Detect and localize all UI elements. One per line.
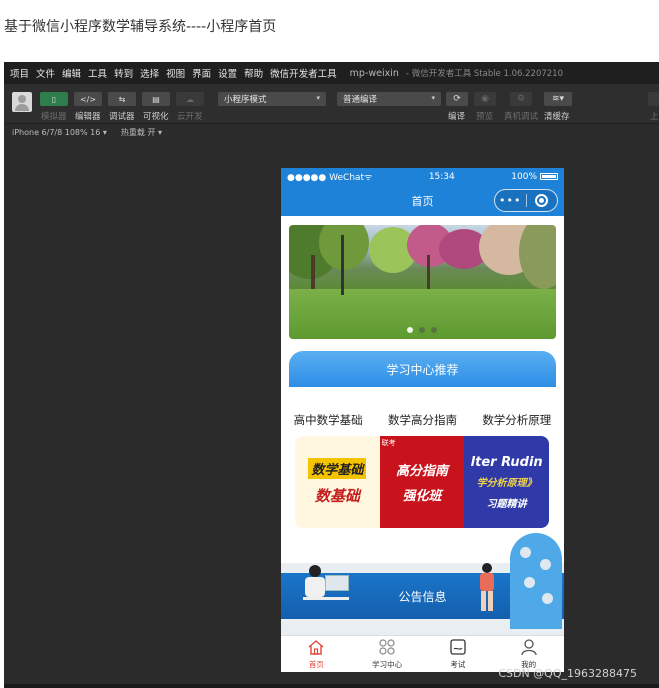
phone-icon: ▯ xyxy=(51,94,57,104)
caret-down-icon: ▾ xyxy=(316,94,320,102)
section-title: 学习中心推荐 xyxy=(289,351,556,387)
upload-label: 上 xyxy=(650,112,659,122)
layers-icon: ≋▾ xyxy=(551,94,565,104)
course-card[interactable]: 联考 高分指南 强化班 xyxy=(379,436,465,528)
eye-icon: ◉ xyxy=(481,94,489,104)
cloud-button[interactable]: ☁ xyxy=(176,92,204,106)
battery-icon xyxy=(540,172,558,180)
exam-icon xyxy=(448,637,468,657)
mode-select-value: 小程序模式 xyxy=(224,95,267,105)
layout-icon: ▤ xyxy=(152,94,160,104)
caret-down-icon: ▾ xyxy=(431,94,435,102)
debugger-label: 调试器 xyxy=(109,112,135,122)
app-version: - 微信开发者工具 Stable 1.06.2207210 xyxy=(405,69,564,79)
more-icon[interactable]: ••• xyxy=(495,194,526,207)
phone-simulator: ●●●●● WeChatᯤ 15:34 100% 首页 ••• 学习中心推荐 高… xyxy=(281,168,564,672)
course-cards: 数学基础 数基础 联考 高分指南 强化班 lter Rudin 学分析原理》 习… xyxy=(295,436,550,528)
home-icon xyxy=(306,637,326,657)
course-titles: 高中数学基础 数学高分指南 数学分析原理 xyxy=(281,412,564,428)
page-title: 基于微信小程序数学辅导系统----小程序首页 xyxy=(4,19,277,35)
remote-debug-label: 真机调试 xyxy=(504,112,539,122)
course-title[interactable]: 数学高分指南 xyxy=(388,412,457,428)
simulator-label: 模拟器 xyxy=(41,112,67,122)
visual-button[interactable]: ▤ xyxy=(142,92,170,106)
menu-goto[interactable]: 转到 xyxy=(114,66,133,80)
menu-settings[interactable]: 设置 xyxy=(218,66,237,80)
course-card[interactable]: 数学基础 数基础 xyxy=(295,436,380,528)
menu-tools[interactable]: 工具 xyxy=(88,66,107,80)
preview-label: 预览 xyxy=(476,112,494,122)
tab-study-center[interactable]: 学习中心 xyxy=(352,636,423,672)
menu-file[interactable]: 文件 xyxy=(36,66,55,80)
notice-section: 公告信息 xyxy=(281,533,564,635)
compile-label: 编译 xyxy=(448,112,466,122)
course-title[interactable]: 数学分析原理 xyxy=(482,412,551,428)
nav-title: 首页 xyxy=(411,194,434,208)
debug-icon: ⇆ xyxy=(118,94,126,104)
simulator-subbar: iPhone 6/7/8 108% 16 ▾ 热重载 开 ▾ xyxy=(4,124,659,140)
code-icon: </> xyxy=(79,94,97,104)
simulator-button[interactable]: ▯ xyxy=(40,92,68,106)
compile-button[interactable]: ⟳ xyxy=(446,92,468,106)
devtools-window: 项目 文件 编辑 工具 转到 选择 视图 界面 设置 帮助 微信开发者工具 mp… xyxy=(4,62,659,688)
remote-debug-button[interactable]: ⚙ xyxy=(510,92,532,106)
upload-button[interactable] xyxy=(648,92,659,106)
menu-select[interactable]: 选择 xyxy=(140,66,159,80)
menu-bar: 项目 文件 编辑 工具 转到 选择 视图 界面 设置 帮助 微信开发者工具 mp… xyxy=(4,62,659,84)
status-bar: ●●●●● WeChatᯤ 15:34 100% xyxy=(281,168,564,185)
person-illustration xyxy=(477,563,497,619)
compile-select-value: 普通编译 xyxy=(343,95,378,105)
debugger-button[interactable]: ⇆ xyxy=(108,92,136,106)
cloud-icon: ☁ xyxy=(186,94,194,104)
desk-illustration xyxy=(299,565,355,615)
menu-view[interactable]: 视图 xyxy=(166,66,185,80)
cloud-label: 云开发 xyxy=(177,112,203,122)
menu-interface[interactable]: 界面 xyxy=(192,66,211,80)
editor-button[interactable]: </> xyxy=(74,92,102,106)
carrier-text: ●●●●● WeChatᯤ xyxy=(287,173,373,183)
wifi-icon: ᯤ xyxy=(364,173,373,183)
app-name: mp-weixin xyxy=(349,67,399,79)
tab-exam[interactable]: 考试 xyxy=(423,636,494,672)
course-card[interactable]: lter Rudin 学分析原理》 习题精讲 xyxy=(464,436,550,528)
capsule-menu: ••• xyxy=(494,189,558,212)
compile-select[interactable]: 普通编译 ▾ xyxy=(337,92,441,106)
mode-select[interactable]: 小程序模式 ▾ xyxy=(218,92,326,106)
avatar[interactable] xyxy=(12,92,32,112)
menu-wechat-devtools[interactable]: 微信开发者工具 xyxy=(270,66,337,80)
close-target-icon[interactable] xyxy=(526,194,557,207)
menu-help[interactable]: 帮助 xyxy=(244,66,263,80)
visual-label: 可视化 xyxy=(143,112,169,122)
clear-cache-button[interactable]: ≋▾ xyxy=(544,92,572,106)
watermark: CSDN @QQ_1963288475 xyxy=(498,667,637,680)
home-content: 学习中心推荐 高中数学基础 数学高分指南 数学分析原理 数学基础 数基础 联考 … xyxy=(281,216,564,635)
bubble-illustration xyxy=(510,533,562,629)
menu-project[interactable]: 项目 xyxy=(10,66,29,80)
clear-cache-label: 清缓存 xyxy=(544,112,570,122)
refresh-icon: ⟳ xyxy=(453,94,461,104)
tab-home[interactable]: 首页 xyxy=(281,636,352,672)
nav-bar: 首页 ••• xyxy=(281,185,564,216)
editor-label: 编辑器 xyxy=(75,112,101,122)
user-icon xyxy=(519,637,539,657)
toolbar: ▯ </> ⇆ ▤ ☁ 模拟器 编辑器 调试器 可视化 云开发 小程序模式 ▾ … xyxy=(4,84,659,124)
status-time: 15:34 xyxy=(428,171,455,182)
device-select[interactable]: iPhone 6/7/8 108% 16 ▾ xyxy=(12,128,107,137)
menu-edit[interactable]: 编辑 xyxy=(62,66,81,80)
gear-icon: ⚙ xyxy=(516,94,526,104)
battery-status: 100% xyxy=(511,172,558,182)
preview-button[interactable]: ◉ xyxy=(474,92,496,106)
course-title[interactable]: 高中数学基础 xyxy=(294,412,363,428)
carousel-indicator[interactable] xyxy=(407,327,437,333)
banner-carousel[interactable] xyxy=(289,225,556,339)
grid-icon xyxy=(377,637,397,657)
hot-reload-select[interactable]: 热重载 开 ▾ xyxy=(121,127,162,138)
